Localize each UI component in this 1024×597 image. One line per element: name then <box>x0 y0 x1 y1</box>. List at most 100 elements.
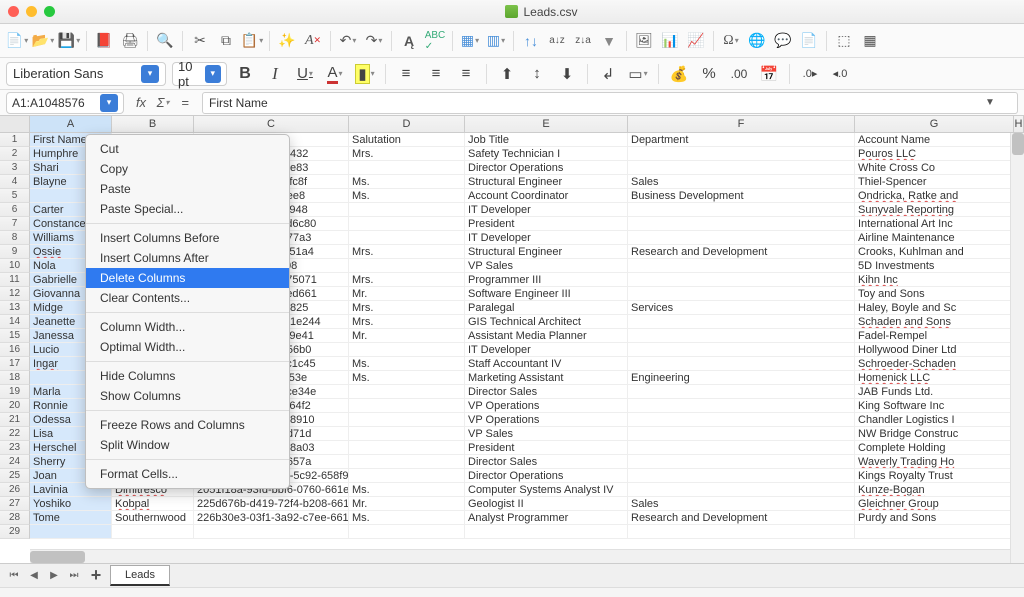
cell[interactable] <box>349 385 465 399</box>
row-header[interactable]: 25 <box>0 469 30 483</box>
dec-dec-button[interactable]: ◂.0 <box>828 62 852 86</box>
next-sheet-button[interactable]: ▶ <box>46 568 62 584</box>
sheet-tab-leads[interactable]: Leads <box>110 565 170 586</box>
cell[interactable] <box>349 441 465 455</box>
cell[interactable] <box>628 385 855 399</box>
horizontal-scrollbar[interactable] <box>30 549 1010 563</box>
column-icon[interactable]: ▥▾ <box>485 30 507 52</box>
column-header-g[interactable]: G <box>855 116 1014 132</box>
save-icon[interactable]: 💾▾ <box>58 30 80 52</box>
cell[interactable]: Airline Maintenance <box>855 231 1014 245</box>
cell[interactable]: Ms. <box>349 511 465 525</box>
align-top-button[interactable]: ⬆ <box>495 62 519 86</box>
cell[interactable]: Staff Accountant IV <box>465 357 628 371</box>
cell[interactable]: Complete Holding <box>855 441 1014 455</box>
cell[interactable]: VP Sales <box>465 427 628 441</box>
number-button[interactable]: .00 <box>727 62 751 86</box>
row-header[interactable]: 9 <box>0 245 30 259</box>
row-header[interactable]: 17 <box>0 357 30 371</box>
cut-icon[interactable]: ✂ <box>189 30 211 52</box>
row-header[interactable]: 26 <box>0 483 30 497</box>
row-icon[interactable]: ▦▾ <box>459 30 481 52</box>
cell[interactable]: Programmer III <box>465 273 628 287</box>
cell[interactable] <box>349 217 465 231</box>
menu-item-cut[interactable]: Cut <box>86 139 289 159</box>
row-header[interactable]: 29 <box>0 525 30 539</box>
cell[interactable] <box>628 469 855 483</box>
row-header[interactable]: 2 <box>0 147 30 161</box>
cell[interactable]: GIS Technical Architect <box>465 315 628 329</box>
row-header[interactable]: 3 <box>0 161 30 175</box>
cell[interactable]: Southernwood <box>112 511 194 525</box>
select-all-corner[interactable] <box>0 116 30 132</box>
cell[interactable]: Ms. <box>349 371 465 385</box>
cell[interactable] <box>349 231 465 245</box>
clear-format-icon[interactable]: A✕ <box>302 30 324 52</box>
cell[interactable]: VP Sales <box>465 259 628 273</box>
clone-format-icon[interactable]: ✨ <box>276 30 298 52</box>
row-header[interactable]: 15 <box>0 329 30 343</box>
menu-item-split-window[interactable]: Split Window <box>86 435 289 455</box>
cell[interactable]: Director Operations <box>465 161 628 175</box>
cell[interactable]: 225d676b-d419-72f4-b208-661e96770e3 <box>194 497 349 511</box>
cell[interactable] <box>628 455 855 469</box>
formula-expand-icon[interactable]: ▼ <box>981 96 999 110</box>
dec-inc-button[interactable]: .0▸ <box>798 62 822 86</box>
cell[interactable]: King Software Inc <box>855 399 1014 413</box>
menu-item-optimal-width[interactable]: Optimal Width... <box>86 337 289 357</box>
menu-item-hide-columns[interactable]: Hide Columns <box>86 366 289 386</box>
cell[interactable]: Director Sales <box>465 455 628 469</box>
column-header-d[interactable]: D <box>349 116 465 132</box>
cell[interactable]: Sales <box>628 497 855 511</box>
row-header[interactable]: 27 <box>0 497 30 511</box>
cell[interactable] <box>628 231 855 245</box>
merge-cells-button[interactable]: ▭▾ <box>626 62 650 86</box>
row-header[interactable]: 8 <box>0 231 30 245</box>
cell[interactable] <box>349 427 465 441</box>
sort-az-icon[interactable]: a↓z <box>546 30 568 52</box>
formula-icon[interactable]: = <box>176 94 194 112</box>
italic-button[interactable]: I <box>263 62 287 86</box>
column-header-e[interactable]: E <box>465 116 628 132</box>
cell[interactable]: Safety Technician I <box>465 147 628 161</box>
cell[interactable]: Account Coordinator <box>465 189 628 203</box>
row-header[interactable]: 20 <box>0 399 30 413</box>
maximize-window-button[interactable] <box>44 6 55 17</box>
cell[interactable]: President <box>465 217 628 231</box>
wrap-text-button[interactable]: ↲ <box>596 62 620 86</box>
freeze-icon[interactable]: ▦ <box>859 30 881 52</box>
column-header-c[interactable]: C <box>194 116 349 132</box>
cell[interactable]: Job Title <box>465 133 628 147</box>
copy-icon[interactable]: ⧉ <box>215 30 237 52</box>
last-sheet-button[interactable]: ⏭ <box>66 568 82 584</box>
prev-sheet-button[interactable]: ◀ <box>26 568 42 584</box>
cell[interactable] <box>628 273 855 287</box>
new-icon[interactable]: 📄▾ <box>6 30 28 52</box>
row-header[interactable]: 12 <box>0 287 30 301</box>
menu-item-copy[interactable]: Copy <box>86 159 289 179</box>
cell[interactable]: Schroeder-Schaden <box>855 357 1014 371</box>
cell[interactable] <box>628 147 855 161</box>
headers-footers-icon[interactable]: 📄 <box>798 30 820 52</box>
cell[interactable] <box>628 329 855 343</box>
menu-item-format-cells[interactable]: Format Cells... <box>86 464 289 484</box>
cell[interactable] <box>628 483 855 497</box>
row-header[interactable]: 14 <box>0 315 30 329</box>
cell[interactable]: VP Operations <box>465 399 628 413</box>
cell[interactable]: Services <box>628 301 855 315</box>
row-header[interactable]: 6 <box>0 203 30 217</box>
cell[interactable]: Toy and Sons <box>855 287 1014 301</box>
first-sheet-button[interactable]: ⏮ <box>6 568 22 584</box>
cell-reference-input[interactable]: A1:A1048576 ▾ <box>6 92 124 114</box>
cell[interactable]: Ms. <box>349 357 465 371</box>
cell[interactable]: Analyst Programmer <box>465 511 628 525</box>
function-wizard-icon[interactable]: fx <box>132 94 150 112</box>
cell[interactable] <box>349 469 465 483</box>
cell[interactable] <box>628 161 855 175</box>
cell[interactable]: Mrs. <box>349 315 465 329</box>
cell[interactable]: Paralegal <box>465 301 628 315</box>
hyperlink-icon[interactable]: 🌐 <box>746 30 768 52</box>
cell[interactable]: Kunze-Bogan <box>855 483 1014 497</box>
cell[interactable]: Mr. <box>349 497 465 511</box>
cell[interactable] <box>349 161 465 175</box>
